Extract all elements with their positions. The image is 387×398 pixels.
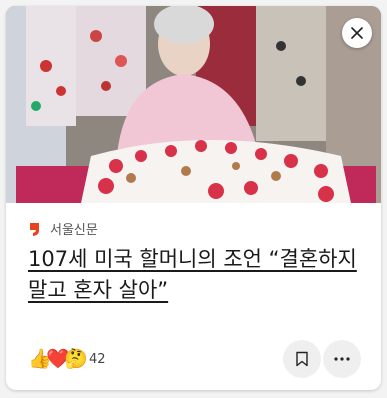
close-icon	[351, 27, 363, 39]
article-photo	[6, 6, 381, 203]
bookmark-icon	[296, 351, 308, 367]
close-button[interactable]	[342, 18, 372, 48]
article-image[interactable]	[6, 6, 381, 203]
bookmark-button[interactable]	[283, 340, 321, 378]
reactions-summary[interactable]: 👍 ❤️ 🤔 42	[28, 346, 106, 372]
article-source[interactable]: 서울신문	[28, 219, 98, 238]
source-name: 서울신문	[50, 223, 98, 238]
more-options-icon	[334, 357, 350, 361]
source-logo-icon	[30, 222, 39, 236]
thinking-face-icon: 🤔	[64, 348, 88, 370]
more-options-button[interactable]	[323, 340, 361, 378]
reaction-count: 42	[89, 351, 106, 367]
news-card[interactable]: 서울신문 107세 미국 할머니의 조언 “결혼하지 말고 혼자 살아” 👍 ❤…	[6, 6, 381, 390]
reaction-icons: 👍 ❤️ 🤔	[28, 346, 90, 372]
article-headline[interactable]: 107세 미국 할머니의 조언 “결혼하지 말고 혼자 살아”	[28, 244, 368, 306]
